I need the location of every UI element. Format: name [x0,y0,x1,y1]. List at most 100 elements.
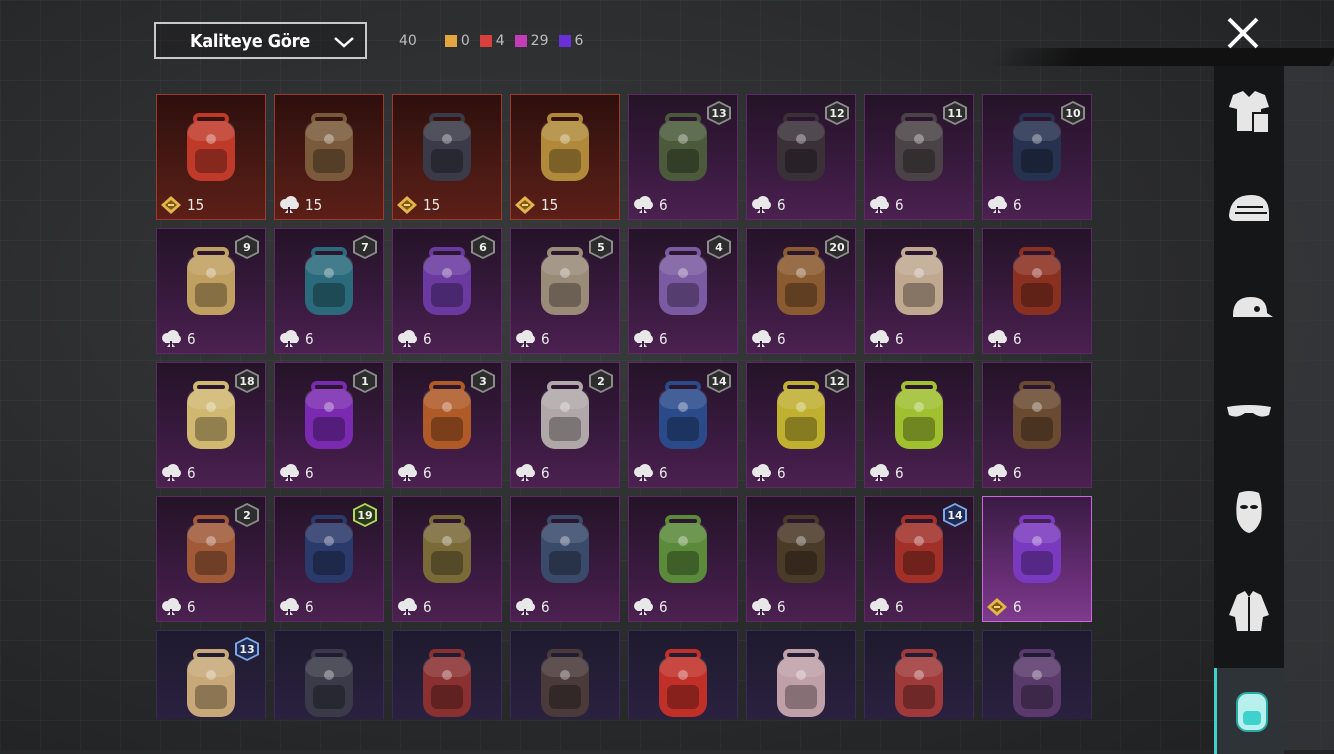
item-tile[interactable]: 18 6 [156,362,266,488]
price-value: 6 [659,330,668,348]
level-badge-value: 13 [237,639,257,659]
item-tile[interactable]: 26 [156,496,266,622]
price-tag: 15 [396,195,440,215]
price-value: 15 [305,196,323,214]
cloud-coin-icon [632,463,654,483]
item-tile[interactable] [982,630,1092,719]
level-badge-value: 2 [591,371,611,391]
jacket-tab[interactable] [1214,568,1284,654]
gold-coupon-icon [396,195,418,215]
item-tile[interactable]: 66 [392,228,502,354]
item-tile[interactable]: 19 6 [274,496,384,622]
quality-counts: 40 0 4 29 6 [399,32,593,50]
item-tile[interactable]: 12 6 [746,94,856,220]
item-tile[interactable]: 14 6 [628,362,738,488]
price-value: 6 [1013,464,1022,482]
item-tile[interactable]: 36 [392,362,502,488]
item-tile[interactable] [746,630,856,719]
item-tile[interactable]: 56 [510,228,620,354]
level-badge-value: 14 [709,371,729,391]
cloud-coin-icon [160,329,182,349]
item-tile[interactable]: 15 [274,94,384,220]
backpack-icon [887,645,951,719]
item-tile[interactable]: 26 [510,362,620,488]
price-tag: 6 [750,195,786,215]
cloud-coin-icon [632,329,654,349]
cloud-coin-icon [868,597,890,617]
item-tile[interactable]: 12 6 [746,362,856,488]
backpack-icon [533,377,597,457]
item-tile[interactable]: 6 [746,496,856,622]
price-value: 6 [777,598,786,616]
cloud-coin-icon [396,597,418,617]
backpack-icon [179,243,243,323]
item-tile[interactable]: 6 [982,362,1092,488]
price-tag: 6 [278,463,314,483]
cloud-coin-icon [278,597,300,617]
price-tag: 6 [160,463,196,483]
item-tile[interactable] [392,630,502,719]
outfit-tab[interactable] [1214,68,1284,154]
item-tile[interactable]: 15 [156,94,266,220]
mask-tab[interactable] [1214,468,1284,554]
item-tile[interactable]: 6 [628,496,738,622]
item-tile[interactable]: 13 6 [628,94,738,220]
item-tile[interactable]: 6 [864,362,974,488]
item-tile[interactable]: 16 [274,362,384,488]
quality-count-pink: 29 [514,33,549,49]
price-tag: 6 [160,329,196,349]
item-tile[interactable]: 14 6 [864,496,974,622]
price-value: 15 [541,196,559,214]
price-value: 6 [423,464,432,482]
right-panel-strip [1284,66,1334,750]
item-tile[interactable]: 6 [982,228,1092,354]
level-badge-value: 11 [945,103,965,123]
price-tag: 6 [986,597,1022,617]
quality-count-value: 6 [574,33,584,49]
item-tile[interactable]: 6 [864,228,974,354]
price-tag: 6 [514,463,550,483]
item-tile[interactable]: 6 [982,496,1092,622]
backpack-icon [651,377,715,457]
item-tile[interactable]: 10 6 [982,94,1092,220]
helmet-tab[interactable] [1214,168,1284,254]
cloud-coin-icon [396,463,418,483]
item-tile[interactable]: 96 [156,228,266,354]
item-tile[interactable]: 11 6 [864,94,974,220]
item-tile[interactable]: 15 [510,94,620,220]
gold-coupon-icon [514,195,536,215]
item-tile[interactable]: 6 [510,496,620,622]
cloud-coin-icon [750,597,772,617]
item-tile[interactable] [628,630,738,719]
cap-tab[interactable] [1214,268,1284,354]
item-tile[interactable]: 76 [274,228,384,354]
cloud-coin-icon [986,329,1008,349]
cap-icon [1233,297,1273,317]
item-tile[interactable]: 20 6 [746,228,856,354]
item-tile[interactable] [510,630,620,719]
price-tag: 6 [514,329,550,349]
item-tile[interactable]: 6 [392,496,502,622]
helmet-icon [1229,195,1269,221]
item-tile[interactable]: 46 [628,228,738,354]
item-tile[interactable] [864,630,974,719]
price-value: 6 [777,464,786,482]
item-tile[interactable]: 13 [156,630,266,719]
total-count: 40 [399,33,417,49]
jacket-icon [1229,591,1269,631]
glasses-tab[interactable] [1214,368,1284,454]
backpack-icon [415,243,479,323]
sort-dropdown[interactable]: Kaliteye Göre [154,22,367,59]
backpack-icon [297,243,361,323]
item-tile[interactable] [274,630,384,719]
backpack-icon [297,645,361,719]
backpack-tab[interactable] [1214,668,1284,754]
price-value: 6 [423,598,432,616]
backpack-icon [1005,511,1069,591]
backpack-icon [297,511,361,591]
item-tile[interactable]: 15 [392,94,502,220]
cloud-coin-icon [868,329,890,349]
price-value: 6 [777,196,786,214]
close-icon[interactable] [1226,16,1260,50]
backpack-icon [1005,645,1069,719]
